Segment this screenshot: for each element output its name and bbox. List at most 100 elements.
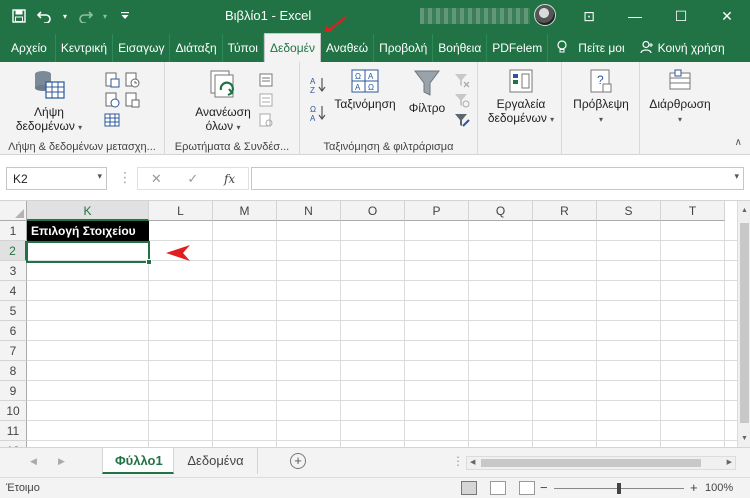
sheet-tab-sheet1[interactable]: Φύλλο1 xyxy=(102,448,174,474)
tab-formulas[interactable]: Τύποι xyxy=(223,34,264,62)
tab-insert[interactable]: Εισαγωγ xyxy=(113,34,171,62)
undo-dropdown-icon[interactable]: ▾ xyxy=(60,5,70,27)
existing-connections-icon[interactable] xyxy=(124,92,140,108)
close-button[interactable]: ✕ xyxy=(704,0,750,32)
row-header-11[interactable]: 11 xyxy=(0,421,27,441)
scroll-up-arrow-icon[interactable]: ▲ xyxy=(738,207,750,214)
zoom-slider-thumb[interactable] xyxy=(617,483,621,494)
redo-icon[interactable] xyxy=(74,5,96,27)
enter-entry-icon[interactable]: ✓ xyxy=(187,171,198,187)
tab-help[interactable]: Βοήθεια xyxy=(433,34,488,62)
row-header-9[interactable]: 9 xyxy=(0,381,27,401)
redo-dropdown-icon[interactable]: ▾ xyxy=(100,5,110,27)
tab-layout[interactable]: Διάταξη xyxy=(170,34,223,62)
column-header-m[interactable]: M xyxy=(213,201,277,221)
data-tools-button[interactable]: Εργαλεία δεδομένων ▾ xyxy=(482,68,560,127)
tab-review[interactable]: Αναθεώ xyxy=(321,34,375,62)
worksheet-grid[interactable]: KLMNOPQRST 123456789101112 Επιλογή Στοιχ… xyxy=(0,201,750,447)
tell-me-box[interactable]: Πείτε μοι xyxy=(548,34,629,62)
column-header-t[interactable]: T xyxy=(661,201,725,221)
avatar[interactable] xyxy=(534,4,556,26)
forecast-button[interactable]: ? Πρόβλεψη ▾ xyxy=(566,68,636,127)
from-text-icon[interactable] xyxy=(104,72,120,88)
row-header-3[interactable]: 3 xyxy=(0,261,27,281)
row-header-7[interactable]: 7 xyxy=(0,341,27,361)
refresh-all-button[interactable]: Ανανέωση όλων ▾ xyxy=(187,68,259,135)
tab-split-grip-icon[interactable]: ⋮ xyxy=(452,454,464,468)
vertical-scrollbar[interactable]: ▲ ▼ xyxy=(737,201,750,447)
save-icon[interactable] xyxy=(8,5,30,27)
fill-handle[interactable] xyxy=(146,259,152,265)
minimize-button[interactable]: — xyxy=(612,0,658,32)
column-header-n[interactable]: N xyxy=(277,201,341,221)
row-header-10[interactable]: 10 xyxy=(0,401,27,421)
row-header-8[interactable]: 8 xyxy=(0,361,27,381)
ribbon-display-options-icon[interactable]: ⊡ xyxy=(566,0,612,32)
add-sheet-button[interactable]: + xyxy=(290,453,306,469)
tab-home[interactable]: Κεντρική xyxy=(56,34,114,62)
row-header-4[interactable]: 4 xyxy=(0,281,27,301)
sort-button[interactable]: ΩAAΩ Ταξινόμηση xyxy=(330,68,400,111)
horizontal-scroll-thumb[interactable] xyxy=(481,459,701,467)
row-header-6[interactable]: 6 xyxy=(0,321,27,341)
grid-row-line xyxy=(27,280,737,281)
zoom-out-button[interactable]: − xyxy=(540,480,548,495)
zoom-level[interactable]: 100% xyxy=(705,482,733,494)
formula-input[interactable]: ▾ xyxy=(251,167,744,190)
column-header-o[interactable]: O xyxy=(341,201,405,221)
prev-sheet-arrow-icon[interactable]: ◀ xyxy=(30,456,37,467)
from-table-icon[interactable] xyxy=(104,112,120,128)
edit-links-icon[interactable] xyxy=(258,112,274,128)
share-button[interactable]: Κοινή χρήση xyxy=(630,34,730,62)
from-web-icon[interactable] xyxy=(104,92,120,108)
name-box[interactable]: K2 ▾ xyxy=(6,167,107,190)
column-header-q[interactable]: Q xyxy=(469,201,533,221)
page-layout-view-icon[interactable] xyxy=(490,481,506,495)
maximize-button[interactable]: ☐ xyxy=(658,0,704,32)
outline-button[interactable]: Διάρθρωση ▾ xyxy=(642,68,718,127)
select-all-button[interactable] xyxy=(0,201,27,221)
next-sheet-arrow-icon[interactable]: ▶ xyxy=(58,456,65,467)
tab-view[interactable]: Προβολή xyxy=(374,34,434,62)
zoom-in-button[interactable]: + xyxy=(690,480,698,495)
sheet-tab-data[interactable]: Δεδομένα xyxy=(174,448,258,474)
cell-k1[interactable]: Επιλογή Στοιχείου xyxy=(27,221,149,241)
column-header-s[interactable]: S xyxy=(597,201,661,221)
filter-button[interactable]: Φίλτρο xyxy=(404,68,450,115)
page-break-preview-icon[interactable] xyxy=(519,481,535,495)
row-header-5[interactable]: 5 xyxy=(0,301,27,321)
tab-data[interactable]: Δεδομέν xyxy=(263,33,321,62)
tab-pdfelement[interactable]: PDFelem xyxy=(487,34,549,62)
queries-connections-icon[interactable] xyxy=(258,72,274,88)
horizontal-scrollbar[interactable]: ◀ ▶ xyxy=(466,456,736,470)
clear-filter-icon[interactable] xyxy=(454,72,470,88)
formula-bar-grip-icon[interactable]: ⋮ xyxy=(118,169,132,189)
undo-icon[interactable] xyxy=(34,5,56,27)
column-header-k[interactable]: K xyxy=(27,201,149,221)
column-header-l[interactable]: L xyxy=(149,201,213,221)
cancel-entry-icon[interactable]: ✕ xyxy=(151,171,162,187)
properties-icon[interactable] xyxy=(258,92,274,108)
sort-a-z-icon[interactable]: AZ xyxy=(310,76,326,95)
column-header-p[interactable]: P xyxy=(405,201,469,221)
collapse-ribbon-icon[interactable]: ∧ xyxy=(735,137,742,148)
scroll-right-arrow-icon[interactable]: ▶ xyxy=(727,458,732,466)
scroll-down-arrow-icon[interactable]: ▼ xyxy=(738,435,750,442)
active-cell-k2[interactable] xyxy=(26,241,152,265)
row-header-2[interactable]: 2 xyxy=(0,241,27,261)
name-box-dropdown-icon[interactable]: ▾ xyxy=(97,171,102,182)
customize-qat-icon[interactable] xyxy=(114,5,136,27)
tab-file[interactable]: Αρχείο xyxy=(0,34,56,62)
recent-sources-icon[interactable] xyxy=(124,72,140,88)
column-header-r[interactable]: R xyxy=(533,201,597,221)
scroll-left-arrow-icon[interactable]: ◀ xyxy=(470,458,475,466)
advanced-filter-icon[interactable] xyxy=(454,112,470,128)
normal-view-icon[interactable] xyxy=(461,481,477,495)
vertical-scroll-thumb[interactable] xyxy=(740,223,749,423)
reapply-filter-icon[interactable] xyxy=(454,92,470,108)
row-header-1[interactable]: 1 xyxy=(0,221,27,241)
insert-function-icon[interactable]: fx xyxy=(224,172,235,186)
get-data-button[interactable]: Λήψη δεδομένων ▾ xyxy=(8,68,90,135)
expand-formula-bar-icon[interactable]: ▾ xyxy=(734,171,739,182)
sort-z-a-icon[interactable]: ΩA xyxy=(310,104,326,123)
